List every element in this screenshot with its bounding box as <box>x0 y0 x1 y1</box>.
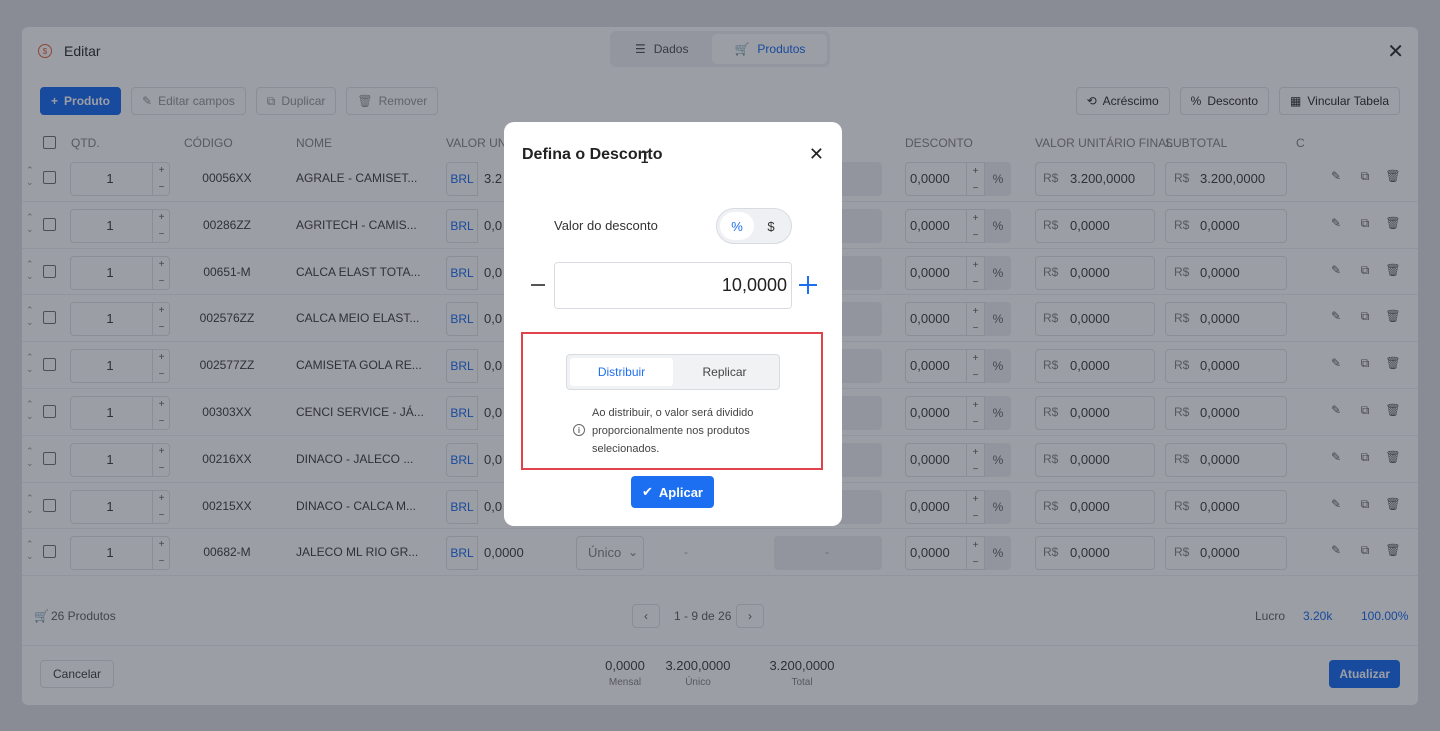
discount-type-toggle: % $ <box>716 208 792 244</box>
text-cursor-icon: I <box>640 148 650 167</box>
apply-button[interactable]: ✔ Aplicar <box>631 476 714 508</box>
discount-value-label: Valor do desconto <box>554 218 658 233</box>
distribution-info-text: Ao distribuir, o valor será dividido pro… <box>592 407 754 455</box>
decrement-button[interactable] <box>528 272 548 298</box>
discount-modal: Defina o Desconto ✕ Valor do desconto % … <box>504 122 842 526</box>
replicate-option[interactable]: Replicar <box>673 358 776 386</box>
increment-button[interactable] <box>798 272 818 298</box>
distribute-option[interactable]: Distribuir <box>570 358 673 386</box>
close-icon[interactable]: ✕ <box>809 144 824 165</box>
distribution-mode-toggle: Distribuir Replicar <box>566 354 780 390</box>
check-icon: ✔ <box>642 484 653 499</box>
currency-option[interactable]: $ <box>754 212 788 240</box>
info-icon: i <box>573 424 585 436</box>
plus-icon-vertical <box>807 276 809 294</box>
discount-value-input[interactable] <box>555 263 791 308</box>
percent-option[interactable]: % <box>720 212 754 240</box>
apply-label: Aplicar <box>658 484 703 500</box>
discount-value-field: % <box>554 262 792 309</box>
minus-icon <box>531 284 545 286</box>
